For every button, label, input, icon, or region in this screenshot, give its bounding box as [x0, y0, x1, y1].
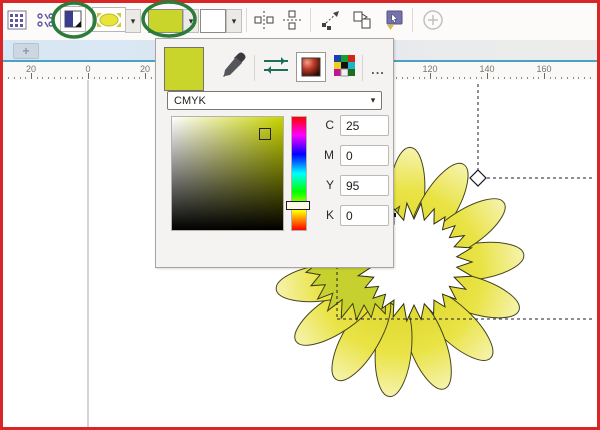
selection-diamond-handle[interactable]	[469, 169, 487, 187]
eyedropper-button[interactable]	[220, 51, 248, 81]
hue-slider[interactable]	[291, 116, 307, 231]
color-palettes-button[interactable]	[333, 54, 357, 78]
ellipsis-icon: ...	[371, 62, 385, 77]
field-label-y: Y	[325, 178, 334, 192]
sv-selector-handle[interactable]	[259, 128, 271, 140]
fill-color-dialog: ... CMYK ▾ C M Y K	[155, 38, 394, 268]
more-options-button[interactable]: ...	[366, 53, 390, 77]
panel-separator	[254, 55, 255, 81]
panel-separator	[362, 55, 363, 81]
cmyk-row-m: M	[316, 145, 389, 166]
chevron-down-icon: ▾	[370, 95, 376, 105]
field-label-m: M	[324, 148, 334, 162]
c-value-field[interactable]	[340, 115, 389, 136]
m-value-field[interactable]	[340, 145, 389, 166]
palette-grid-icon	[334, 55, 355, 77]
color-model-select[interactable]: CMYK ▾	[167, 91, 382, 110]
hue-slider-handle[interactable]	[286, 201, 310, 210]
cmyk-row-y: Y	[316, 175, 389, 196]
cmyk-row-k: K	[316, 205, 389, 226]
color-viewers-button[interactable]	[296, 52, 326, 82]
app-window: ▾ ▾ ▾ + 20 0 20 120 140 160 ... CMYK ▾ C…	[0, 0, 600, 430]
saturation-value-picker[interactable]	[171, 116, 284, 231]
field-label-k: K	[325, 208, 334, 222]
show-sliders-button[interactable]	[262, 53, 290, 79]
k-value-field[interactable]	[340, 205, 389, 226]
current-color-swatch	[164, 47, 204, 91]
field-label-c: C	[325, 118, 334, 132]
color-sliders-icon	[264, 57, 288, 74]
y-value-field[interactable]	[340, 175, 389, 196]
cmyk-row-c: C	[316, 115, 389, 136]
eyedropper-icon	[223, 52, 246, 77]
color-model-value: CMYK	[174, 94, 206, 107]
gradient-square-icon	[301, 57, 321, 77]
